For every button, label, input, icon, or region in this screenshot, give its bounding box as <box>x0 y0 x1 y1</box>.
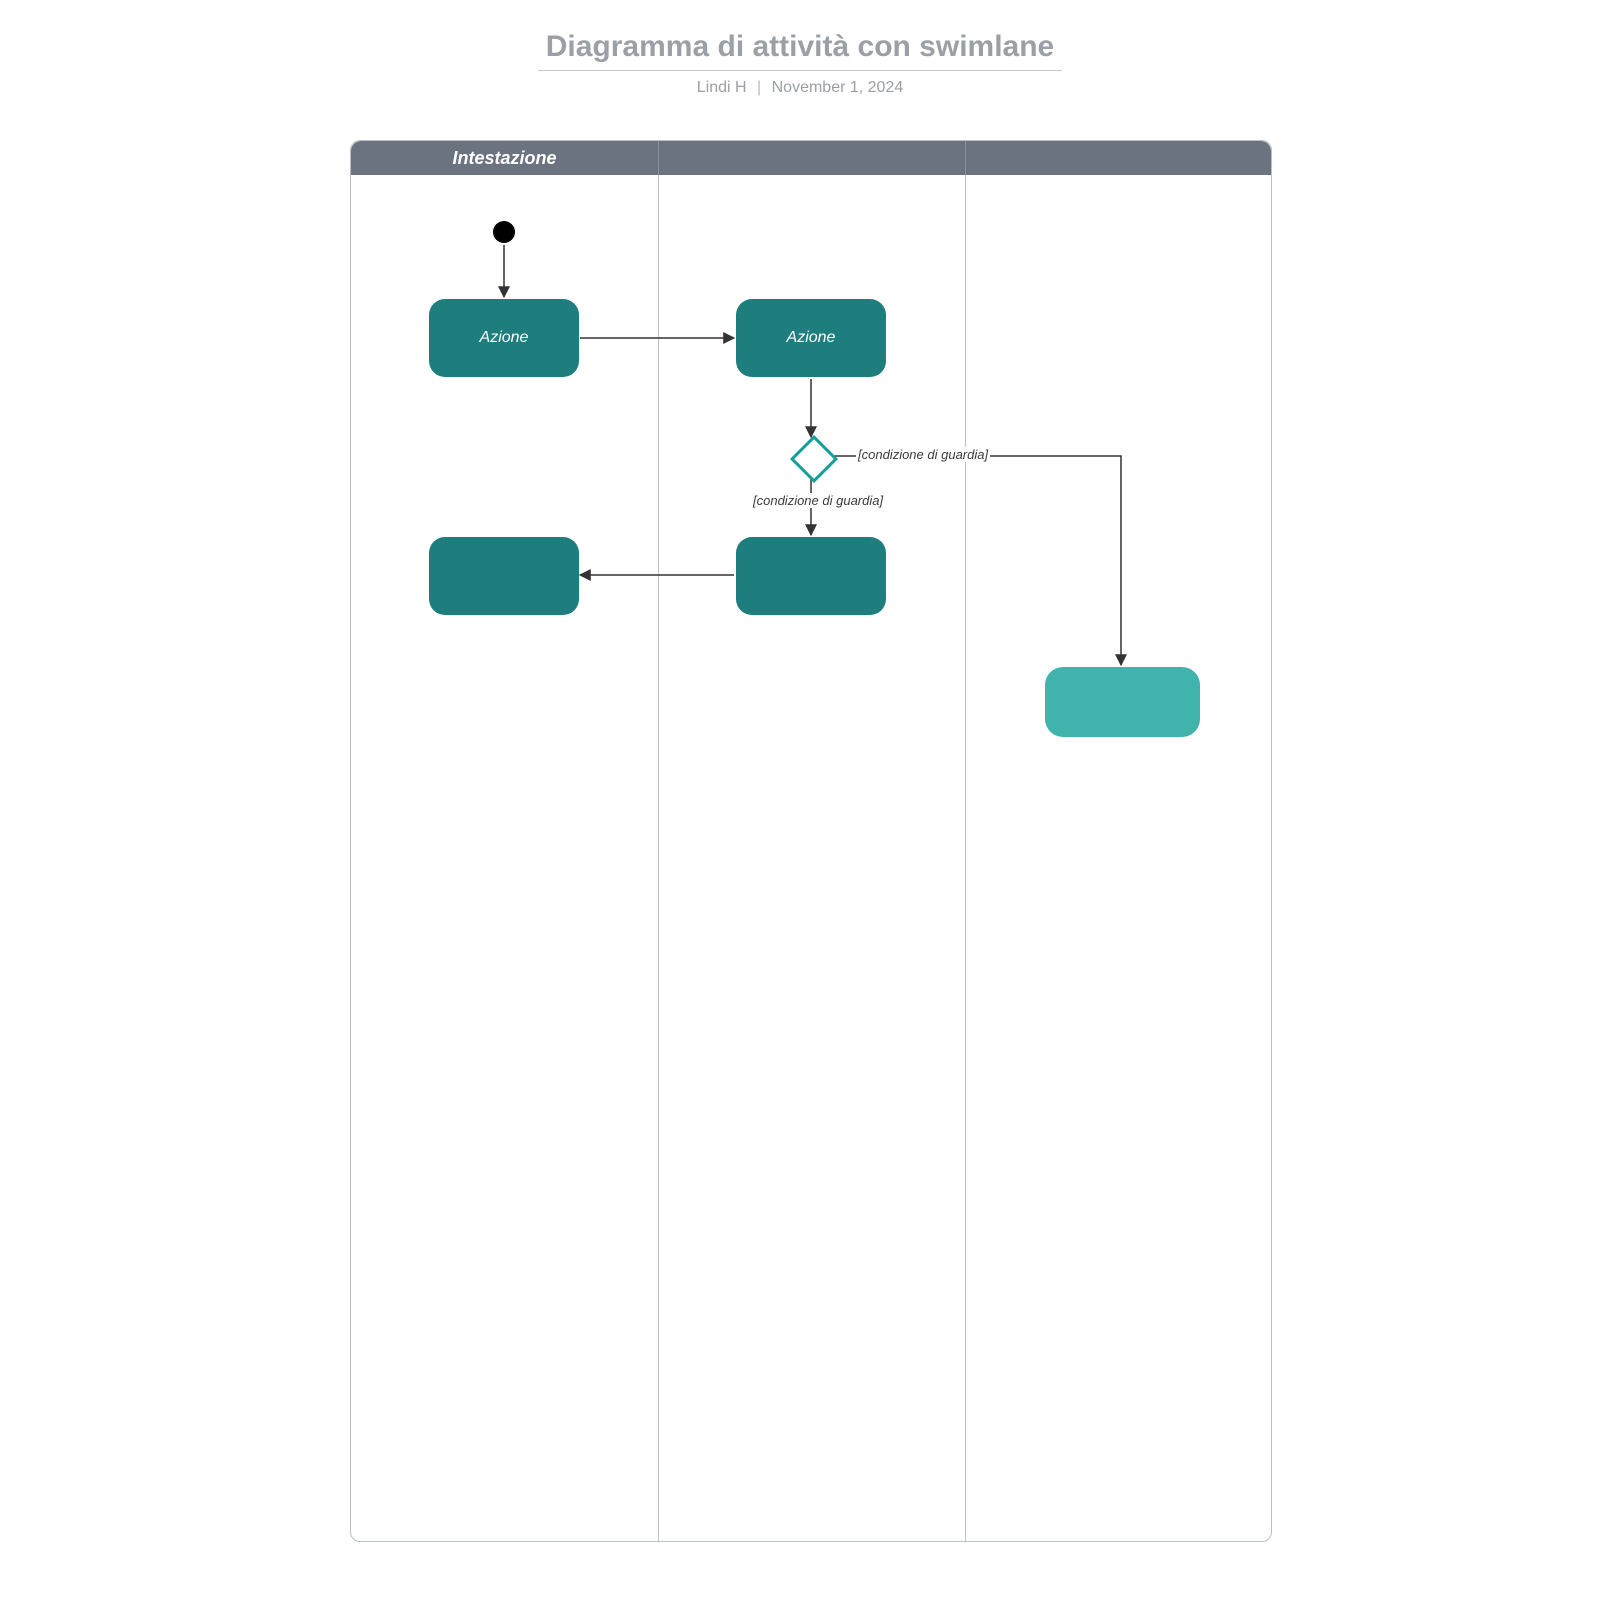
lane-divider <box>658 175 659 1541</box>
guard-label-right: [condizione di guardia] <box>856 447 990 462</box>
action-label: Azione <box>787 329 836 347</box>
lane-divider <box>965 175 966 1541</box>
guard-label-down: [condizione di guardia] <box>751 493 885 508</box>
swimlane-header-row: Intestazione <box>351 141 1271 175</box>
action-node <box>429 537 579 615</box>
action-node: Azione <box>736 299 886 377</box>
swimlane-canvas: Intestazione <box>350 140 1272 1542</box>
page-subtitle: Lindi H | November 1, 2024 <box>0 79 1600 97</box>
date: November 1, 2024 <box>772 79 904 96</box>
swimlane-header-3 <box>965 141 1271 175</box>
swimlane-header-2 <box>658 141 966 175</box>
author: Lindi H <box>697 79 747 96</box>
start-node <box>493 221 515 243</box>
decision-node <box>790 435 838 483</box>
action-node <box>736 537 886 615</box>
action-node: Azione <box>429 299 579 377</box>
title-block: Diagramma di attività con swimlane Lindi… <box>0 30 1600 97</box>
action-node <box>1045 667 1200 737</box>
page-title: Diagramma di attività con swimlane <box>538 30 1063 71</box>
swimlane-header-1: Intestazione <box>351 141 659 175</box>
action-label: Azione <box>480 329 529 347</box>
separator: | <box>757 79 761 96</box>
